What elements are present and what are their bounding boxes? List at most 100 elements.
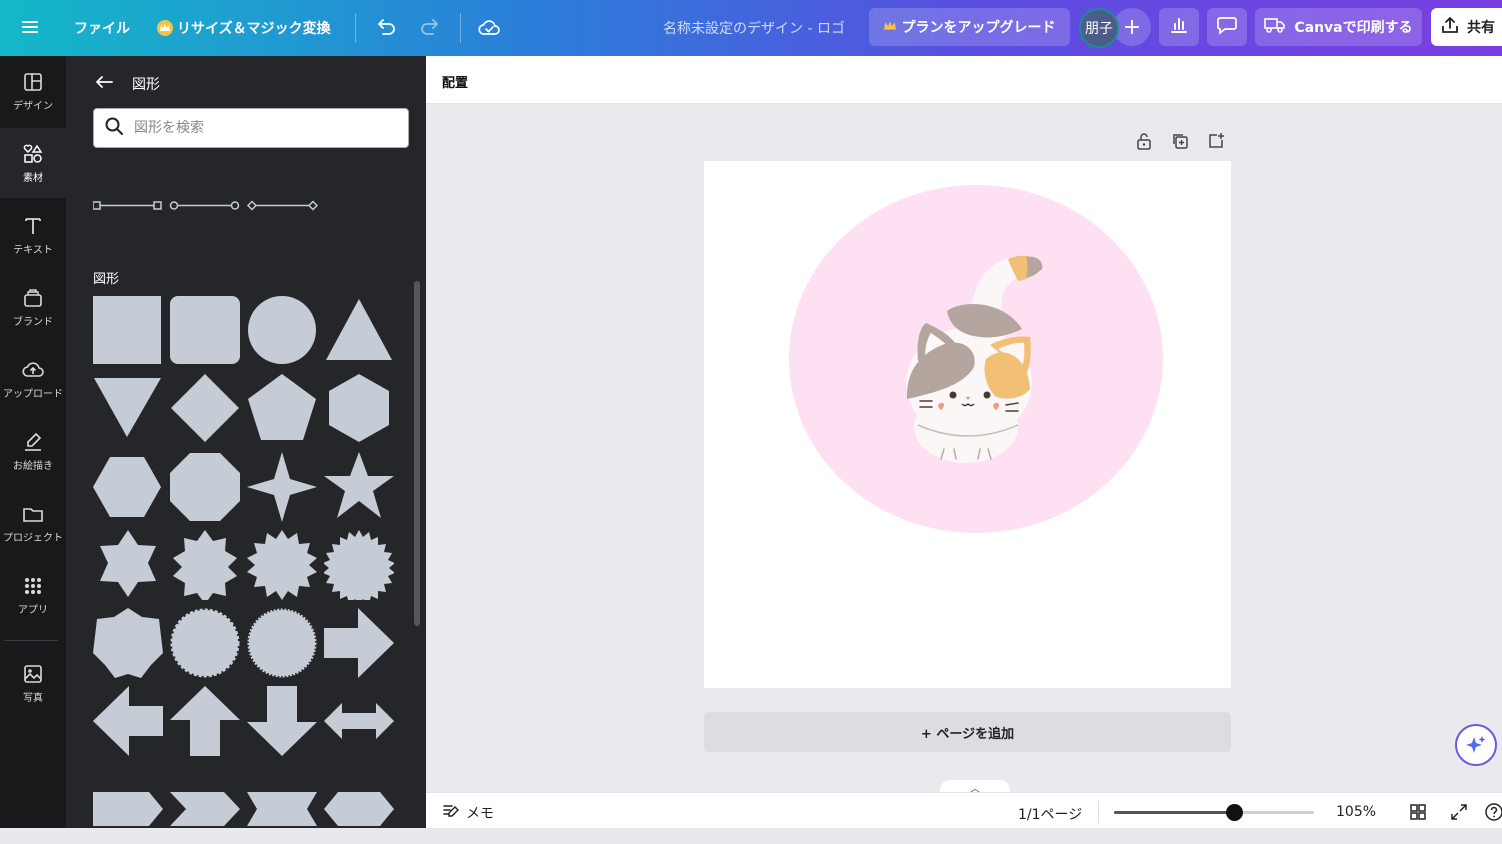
shapes-section-title: 図形 [93, 272, 120, 287]
shape-five-point-star[interactable] [324, 452, 394, 522]
shape-left-right-arrow[interactable] [324, 686, 394, 756]
avatar[interactable]: 朋子 [1079, 8, 1119, 48]
shape-seven-point-badge[interactable] [93, 608, 163, 678]
shape-pentagon[interactable] [247, 374, 317, 444]
top-toolbar: ファイル リサイズ＆マジック変換 名称未設定のデザイン - ロゴ プランをアップ… [0, 0, 1502, 56]
cat-logo-illustration[interactable] [704, 161, 1231, 688]
print-button[interactable]: Canvaで印刷する [1255, 8, 1422, 46]
shape-four-point-star[interactable] [247, 452, 317, 522]
shape-twelve-point-star[interactable] [247, 530, 317, 600]
undo-icon[interactable] [374, 16, 396, 38]
left-icon-rail: デザイン 素材 テキスト ブランド アップロード お絵描き プロジェクト アプリ… [0, 56, 66, 828]
design-canvas[interactable] [704, 161, 1231, 688]
shape-eight-point-star[interactable] [170, 530, 240, 600]
share-button[interactable]: 共有 [1431, 8, 1502, 46]
upgrade-button[interactable]: プランをアップグレード [869, 8, 1070, 46]
rail-item-elements[interactable]: 素材 [0, 128, 66, 198]
rail-label: テキスト [13, 244, 53, 256]
shape-chevron[interactable] [170, 774, 240, 844]
draw-icon [25, 432, 42, 451]
notes-icon [442, 803, 460, 823]
rail-item-brand[interactable]: ブランド [0, 272, 66, 342]
context-toolbar: 配置 [426, 56, 1502, 104]
grid-view-icon[interactable] [1408, 802, 1428, 822]
shape-pentagon-arrow[interactable] [93, 774, 163, 844]
shape-triangle[interactable] [324, 296, 394, 366]
layout-icon [24, 72, 42, 91]
shape-hexagon[interactable] [324, 374, 394, 444]
rail-label: 写真 [23, 692, 43, 704]
shape-burst-star[interactable] [324, 530, 394, 600]
shape-circle[interactable] [247, 296, 317, 366]
duplicate-page-icon[interactable] [1169, 130, 1191, 152]
insights-button[interactable] [1159, 8, 1199, 46]
lock-icon[interactable] [1133, 130, 1155, 152]
fullscreen-icon[interactable] [1449, 802, 1469, 822]
rail-label: アプリ [18, 604, 48, 616]
shape-elongated-hexagon[interactable] [324, 774, 394, 844]
back-arrow-icon[interactable] [94, 74, 114, 94]
page-counter[interactable]: 1/1ページ [1018, 804, 1082, 824]
resize-button[interactable]: リサイズ＆マジック変換 [157, 18, 331, 38]
shape-serrated-circle[interactable] [247, 608, 317, 678]
rail-label: アップロード [3, 388, 63, 400]
search-icon [104, 116, 124, 140]
zoom-slider-knob[interactable] [1226, 804, 1243, 821]
truck-icon [1264, 16, 1286, 38]
shape-down-arrow[interactable] [247, 686, 317, 756]
hamburger-icon[interactable] [20, 17, 40, 37]
panel-header: 図形 [94, 74, 160, 94]
text-icon [25, 217, 41, 234]
shape-inverted-triangle[interactable] [93, 374, 163, 444]
file-menu[interactable]: ファイル [74, 18, 130, 38]
help-icon[interactable] [1484, 802, 1502, 822]
shape-octagon[interactable] [170, 452, 240, 522]
folder-icon [23, 507, 43, 522]
resize-label: リサイズ＆マジック変換 [177, 21, 331, 37]
toolbar-divider [460, 13, 461, 43]
sparkle-icon [1466, 736, 1486, 753]
rail-item-photos[interactable]: 写真 [0, 648, 66, 718]
magic-assistant-button[interactable] [1455, 724, 1497, 766]
shape-hexagon-horizontal[interactable] [93, 452, 163, 522]
rail-item-design[interactable]: デザイン [0, 56, 66, 126]
share-label: 共有 [1467, 20, 1495, 36]
shape-search[interactable] [93, 108, 409, 148]
plus-icon: + [1122, 14, 1142, 40]
comment-button[interactable] [1207, 8, 1247, 46]
panel-scrollbar[interactable] [414, 281, 420, 626]
shape-square[interactable] [93, 296, 163, 366]
rail-item-draw[interactable]: お絵描き [0, 416, 66, 486]
rail-label: お絵描き [13, 460, 53, 472]
search-input[interactable] [134, 120, 394, 136]
upload-icon [22, 361, 44, 377]
crown-icon [157, 20, 173, 36]
rail-item-upload[interactable]: アップロード [0, 344, 66, 414]
zoom-slider-fill [1114, 811, 1234, 814]
rail-item-projects[interactable]: プロジェクト [0, 488, 66, 558]
zoom-slider[interactable] [1114, 804, 1314, 821]
add-page-button[interactable]: + ページを追加 [704, 712, 1231, 752]
rail-item-text[interactable]: テキスト [0, 200, 66, 270]
upload-share-icon [1441, 16, 1459, 38]
cloud-saved-icon[interactable] [477, 16, 501, 38]
toolbar-divider [355, 13, 356, 43]
notes-button[interactable]: メモ [442, 803, 494, 823]
line-diamond-ends[interactable] [246, 200, 319, 211]
shape-scalloped-circle[interactable] [170, 608, 240, 678]
add-page-icon[interactable] [1205, 130, 1227, 152]
rail-item-apps[interactable]: アプリ [0, 560, 66, 630]
design-title[interactable]: 名称未設定のデザイン - ロゴ [663, 18, 845, 38]
shape-rounded-square[interactable] [170, 296, 240, 366]
shape-right-arrow[interactable] [324, 608, 394, 678]
redo-icon[interactable] [420, 16, 442, 38]
shape-six-point-star[interactable] [93, 530, 163, 600]
line-square-ends[interactable] [92, 201, 162, 210]
line-circle-ends[interactable] [169, 201, 240, 210]
zoom-percentage[interactable]: 105% [1336, 804, 1376, 820]
shape-ribbon-banner[interactable] [247, 774, 317, 844]
shape-diamond[interactable] [170, 374, 240, 444]
shape-up-arrow[interactable] [170, 686, 240, 756]
shape-left-arrow[interactable] [93, 686, 163, 756]
position-button[interactable]: 配置 [442, 72, 468, 91]
